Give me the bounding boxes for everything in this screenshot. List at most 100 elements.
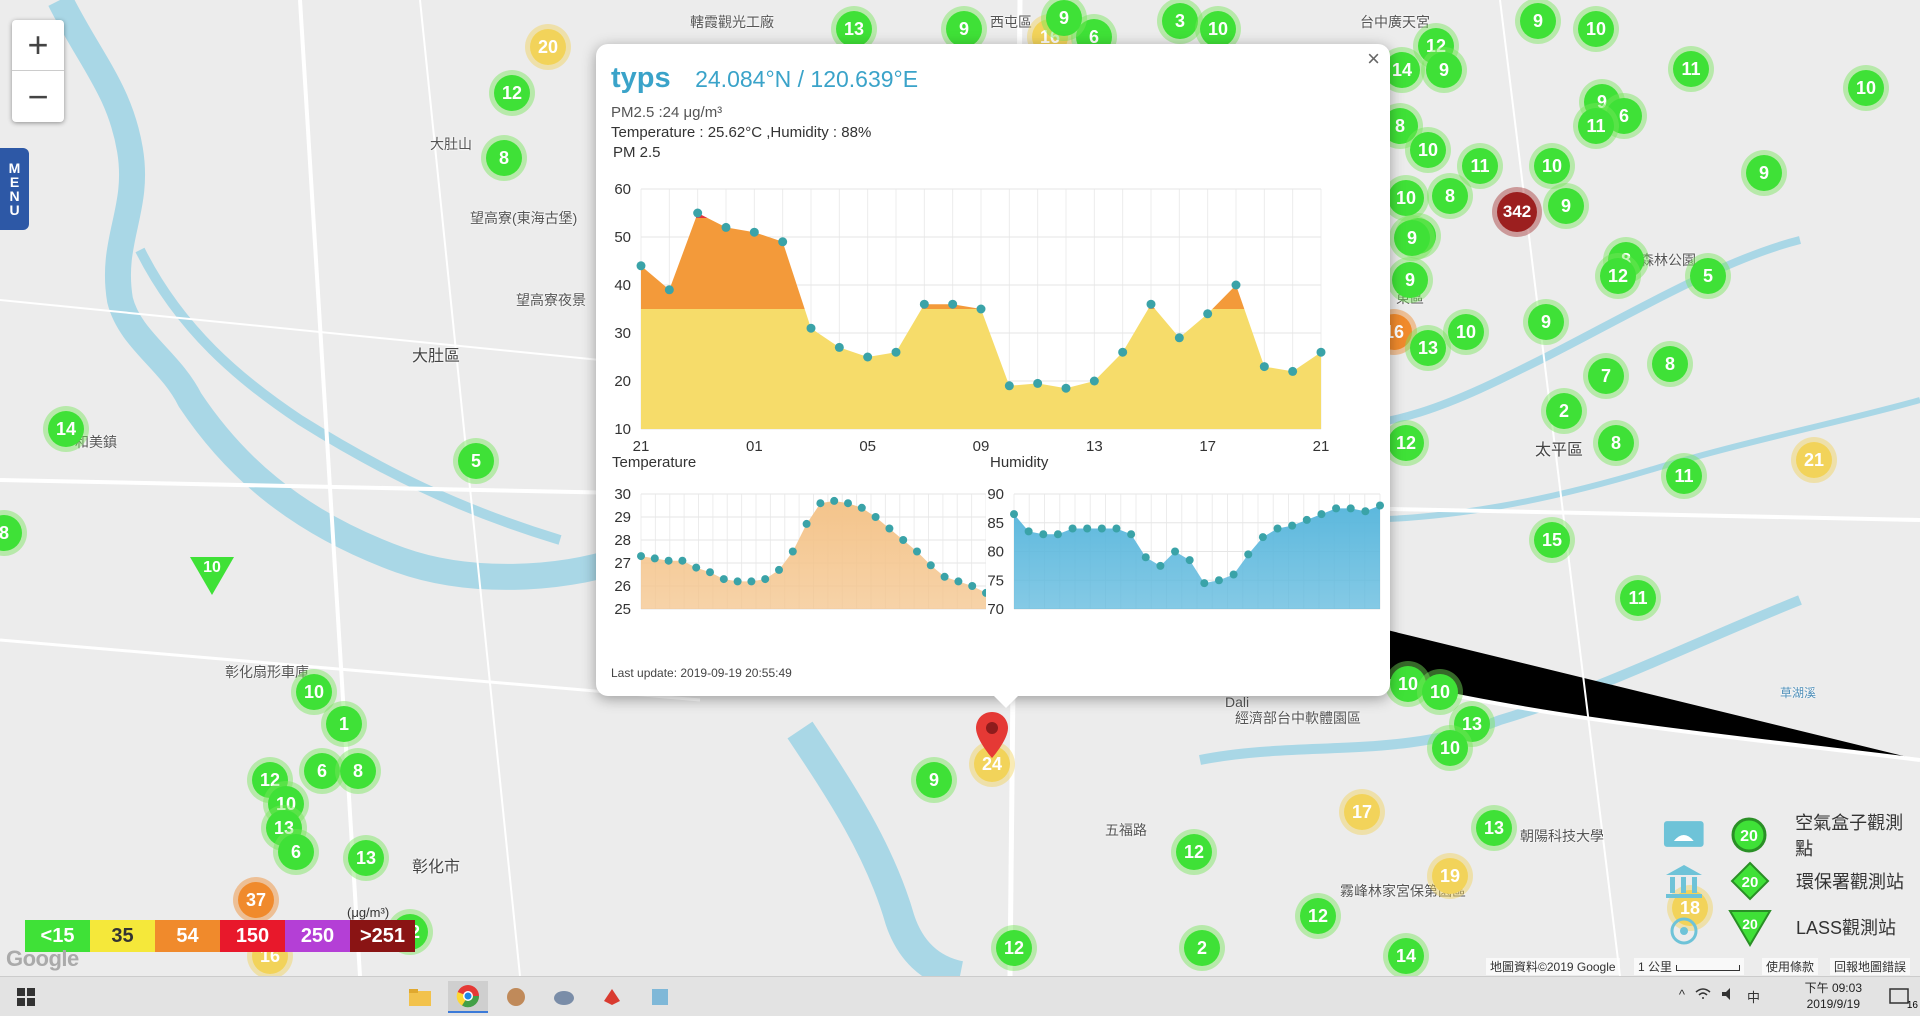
y-tick-label: 25 <box>614 601 631 618</box>
data-point <box>1273 524 1282 533</box>
sensor-marker[interactable]: 9 <box>916 762 952 798</box>
sensor-marker[interactable]: 10 <box>1534 148 1570 184</box>
lass-marker[interactable]: 10 <box>190 557 234 595</box>
zoom-out-button[interactable]: − <box>12 71 64 122</box>
sensor-marker[interactable]: 8 <box>1432 178 1468 214</box>
scale-bar[interactable]: 1 公里 <box>1634 958 1745 975</box>
sensor-marker[interactable]: 37 <box>238 882 274 918</box>
data-point <box>747 577 756 586</box>
sensor-marker[interactable]: 20 <box>530 29 566 65</box>
sensor-marker[interactable]: 2 <box>1546 393 1582 429</box>
sensor-marker[interactable]: 12 <box>1600 258 1636 294</box>
sensor-marker[interactable]: 9 <box>1046 0 1082 36</box>
sensor-marker[interactable]: 11 <box>1620 580 1656 616</box>
sensor-marker[interactable]: 11 <box>1673 51 1709 87</box>
sensor-marker[interactable]: 11 <box>1462 148 1498 184</box>
sensor-marker[interactable]: 10 <box>1848 70 1884 106</box>
device-coordinates: 24.084°N / 120.639°E <box>695 66 919 92</box>
sensor-marker[interactable]: 9 <box>1520 3 1556 39</box>
sensor-marker[interactable]: 9 <box>1392 262 1428 298</box>
sensor-marker[interactable]: 3 <box>1162 3 1198 39</box>
sensor-marker[interactable]: 9 <box>1548 188 1584 224</box>
map[interactable]: 彰化市 大肚區 大肚山 望高寮(東海古堡) 望高寮夜景 太平區 彰化扇形車庫 霧… <box>0 0 1920 976</box>
sensor-marker[interactable]: 15 <box>1534 522 1570 558</box>
sensor-marker[interactable]: 10 <box>1432 730 1468 766</box>
sensor-marker[interactable]: 12 <box>1300 898 1336 934</box>
sensor-marker[interactable]: 8 <box>1652 346 1688 382</box>
sensor-marker[interactable]: 13 <box>1476 810 1512 846</box>
x-tick-label: 01 <box>746 438 763 455</box>
sensor-marker[interactable]: 10 <box>1200 11 1236 47</box>
sensor-marker[interactable]: 11 <box>1666 458 1702 494</box>
sensor-marker[interactable]: 9 <box>1746 155 1782 191</box>
sensor-marker[interactable]: 12 <box>494 75 530 111</box>
taskbar-app-6[interactable] <box>640 981 680 1013</box>
terms-link[interactable]: 使用條款 <box>1762 958 1819 975</box>
data-point <box>891 347 901 357</box>
sensor-marker[interactable]: 12 <box>1388 425 1424 461</box>
sensor-marker[interactable]: 5 <box>1690 258 1726 294</box>
sensor-marker[interactable]: 21 <box>1796 442 1832 478</box>
tray-expand-icon[interactable]: ^ <box>1679 987 1685 1006</box>
volume-icon[interactable] <box>1721 987 1737 1001</box>
sensor-marker[interactable]: 10 <box>1410 132 1446 168</box>
taskbar-chrome[interactable] <box>448 981 488 1013</box>
sensor-marker[interactable]: 5 <box>458 443 494 479</box>
sensor-marker[interactable]: 10 <box>1578 11 1614 47</box>
zoom-in-button[interactable]: + <box>12 20 64 71</box>
input-method-indicator[interactable]: 中 <box>1747 987 1760 1006</box>
sensor-marker[interactable]: 13 <box>1410 330 1446 366</box>
sensor-marker[interactable]: 8 <box>340 753 376 789</box>
taskbar-clock[interactable]: 下午 09:03 2019/9/19 <box>1805 980 1862 1012</box>
data-point <box>1156 561 1165 570</box>
sensor-marker[interactable]: 10 <box>1422 674 1458 710</box>
sensor-marker[interactable]: 10 <box>1390 666 1426 702</box>
sensor-marker[interactable]: 10 <box>1448 314 1484 350</box>
data-point <box>1089 376 1099 386</box>
popup-header: typs 24.084°N / 120.639°E <box>611 62 918 95</box>
sensor-marker[interactable]: 12 <box>1176 834 1212 870</box>
sensor-marker[interactable]: 6 <box>304 753 340 789</box>
sensor-marker[interactable]: 9 <box>1426 52 1462 88</box>
sensor-marker[interactable]: 12 <box>996 930 1032 966</box>
sensor-marker[interactable]: 2 <box>1184 930 1220 966</box>
sensor-marker[interactable]: 342 <box>1497 192 1537 232</box>
sensor-marker[interactable]: 14 <box>48 411 84 447</box>
sensor-marker[interactable]: 10 <box>296 674 332 710</box>
start-button[interactable] <box>6 981 46 1013</box>
sensor-marker[interactable]: 13 <box>348 840 384 876</box>
notification-center[interactable]: 16 <box>1880 981 1920 1013</box>
legend-cell: 250 <box>285 920 350 952</box>
humidity-chart-title: Humidity <box>990 454 1049 471</box>
sensor-marker[interactable]: 11 <box>1578 108 1614 144</box>
data-point <box>1258 533 1267 542</box>
sensor-marker[interactable]: 17 <box>1344 794 1380 830</box>
sensor-marker[interactable]: 7 <box>1588 358 1624 394</box>
data-point <box>692 563 701 572</box>
network-icon[interactable] <box>1695 987 1711 1001</box>
report-error-link[interactable]: 回報地圖錯誤 <box>1830 958 1911 975</box>
sensor-marker[interactable]: 13 <box>836 11 872 47</box>
temperature-chart-title: Temperature <box>612 454 697 471</box>
taskbar-app-4[interactable] <box>544 981 584 1013</box>
taskbar-file-explorer[interactable] <box>400 981 440 1013</box>
chrome-icon <box>456 985 480 1008</box>
taskbar-app-3[interactable] <box>496 981 536 1013</box>
sensor-marker[interactable]: 9 <box>946 11 982 47</box>
sensor-marker[interactable]: 6 <box>278 834 314 870</box>
sensor-marker[interactable]: 9 <box>1528 304 1564 340</box>
humidity-chart: 70 75 80 85 90 <box>987 486 1384 618</box>
sensor-marker[interactable]: 14 <box>1388 938 1424 974</box>
sensor-marker[interactable]: 19 <box>1432 858 1468 894</box>
close-icon[interactable]: × <box>1367 46 1380 72</box>
sensor-marker[interactable]: 1 <box>326 706 362 742</box>
data-point <box>834 342 844 352</box>
sensor-marker[interactable]: 10 <box>1388 180 1424 216</box>
sensor-marker[interactable]: 9 <box>1394 220 1430 256</box>
location-pin-icon[interactable] <box>974 710 1010 762</box>
data-point <box>1361 507 1370 516</box>
taskbar-app-5[interactable] <box>592 981 632 1013</box>
menu-tab[interactable]: M E N U <box>0 148 29 230</box>
sensor-marker[interactable]: 8 <box>1598 425 1634 461</box>
sensor-marker[interactable]: 8 <box>486 140 522 176</box>
